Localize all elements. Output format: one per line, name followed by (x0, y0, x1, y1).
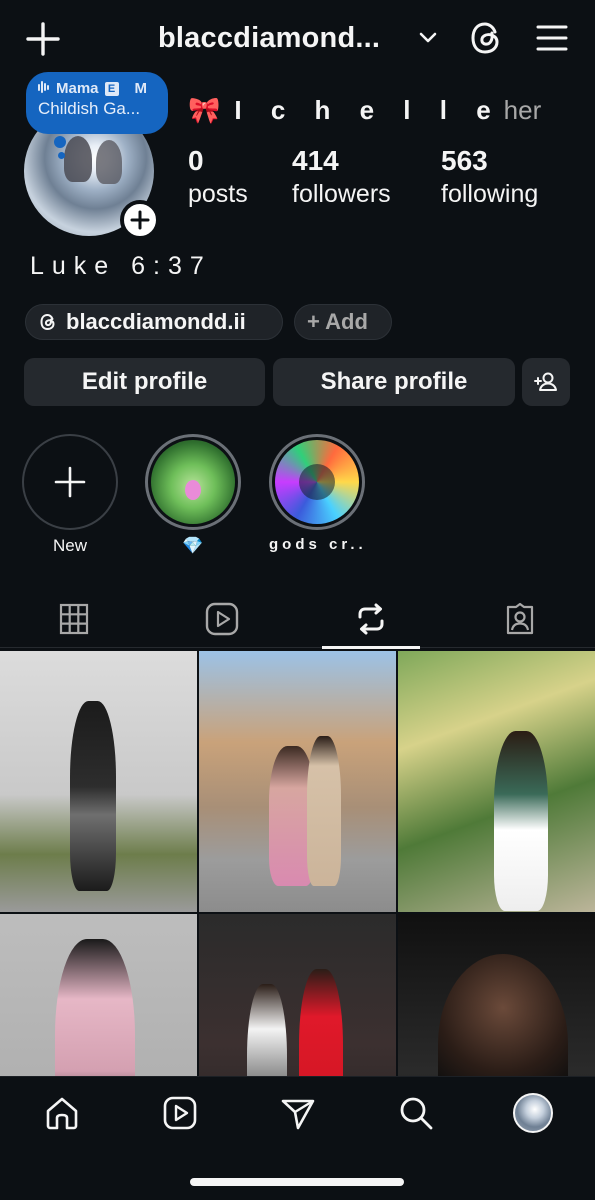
reposts-grid (0, 651, 595, 1076)
nav-reels[interactable] (158, 1091, 202, 1135)
bio-text: Luke 6:37 (30, 252, 212, 280)
threads-handle: blaccdiamondd.ii (66, 309, 246, 334)
note-bubble[interactable]: Mama E M Childish Ga... (26, 72, 168, 134)
highlight-diamond[interactable]: 💎 (145, 434, 241, 556)
send-icon (281, 1099, 315, 1130)
tab-grid[interactable] (25, 590, 123, 648)
audio-bars-icon (38, 80, 50, 97)
reels-icon (205, 602, 239, 636)
search-icon (400, 1097, 433, 1130)
profile-stats: 0 posts 414 followers 563 following (188, 145, 578, 215)
grid-post[interactable] (199, 914, 396, 1076)
highlight-label: gods cr... (269, 536, 365, 553)
stat-label: followers (292, 180, 391, 208)
home-indicator (190, 1178, 404, 1186)
stat-value: 0 (188, 145, 204, 176)
reposts-icon (358, 603, 384, 635)
note-tail (58, 152, 65, 159)
post-photo (70, 701, 116, 891)
note-extra: M (134, 80, 148, 97)
grid-post[interactable] (398, 651, 595, 912)
threads-icon (40, 313, 55, 331)
highlight-new[interactable]: New (22, 434, 118, 556)
nav-profile[interactable] (511, 1091, 555, 1135)
chevron-down-icon[interactable] (416, 28, 440, 48)
home-icon (46, 1097, 78, 1130)
grid-post[interactable] (199, 651, 396, 912)
reels-icon (163, 1096, 197, 1130)
tab-tagged[interactable] (471, 590, 569, 648)
highlight-cover (275, 440, 359, 524)
tab-reposts[interactable] (322, 590, 420, 649)
add-person-icon (534, 372, 557, 391)
add-link-label: + Add (307, 309, 368, 334)
grid-icon (59, 603, 89, 635)
highlight-ring (269, 434, 365, 530)
stat-value: 563 (441, 145, 488, 176)
following-stat[interactable]: 563 following (441, 145, 538, 211)
highlight-label: 💎 (182, 536, 204, 555)
profile-tabs (0, 590, 595, 649)
display-name-row: 🎀 I c h e l l e her (188, 93, 541, 127)
tagged-icon (506, 602, 534, 635)
note-artist: Childish Ga... (38, 99, 141, 118)
highlight-ring (145, 434, 241, 530)
menu-icon[interactable] (534, 22, 570, 54)
display-name: I c h e l l e (234, 94, 502, 125)
post-photo (494, 731, 548, 911)
grid-post[interactable] (398, 914, 595, 1076)
followers-stat[interactable]: 414 followers (292, 145, 391, 211)
add-link-chip[interactable]: + Add (294, 304, 392, 340)
grid-post[interactable] (0, 651, 197, 912)
discover-people-button[interactable] (522, 358, 570, 406)
pronouns: her (503, 94, 542, 125)
add-story-icon[interactable] (120, 200, 160, 240)
nav-search[interactable] (394, 1091, 438, 1135)
note-song-title: Mama (56, 80, 99, 97)
note-tail (54, 136, 66, 148)
stat-label: following (441, 180, 539, 208)
explicit-badge: E (104, 81, 119, 96)
nav-messages[interactable] (276, 1091, 320, 1135)
top-bar: blaccdiamond... (0, 0, 595, 78)
nav-home[interactable] (40, 1091, 84, 1135)
highlight-cover (151, 440, 235, 524)
stat-label: posts (188, 180, 248, 208)
post-photo (307, 736, 341, 886)
tab-reels[interactable] (173, 590, 271, 648)
profile-avatar (513, 1093, 553, 1133)
stat-value: 414 (292, 145, 339, 176)
posts-stat[interactable]: 0 posts (188, 145, 248, 211)
grid-post[interactable] (0, 914, 197, 1076)
threads-icon[interactable] (466, 18, 506, 58)
highlight-ring (22, 434, 118, 530)
plus-icon (54, 466, 86, 498)
post-photo (299, 969, 343, 1076)
bow-emoji: 🎀 (188, 94, 221, 125)
share-profile-button[interactable]: Share profile (273, 358, 515, 406)
edit-profile-button[interactable]: Edit profile (24, 358, 265, 406)
post-photo (55, 939, 135, 1076)
highlight-label: New (52, 536, 87, 555)
post-photo (438, 954, 568, 1076)
plus-icon[interactable] (24, 20, 62, 58)
highlight-gods-creation[interactable]: gods cr... (269, 434, 365, 553)
username-switcher[interactable]: blaccdiamond... (158, 22, 380, 55)
threads-handle-chip[interactable]: blaccdiamondd.ii (25, 304, 283, 340)
post-photo (247, 984, 287, 1076)
